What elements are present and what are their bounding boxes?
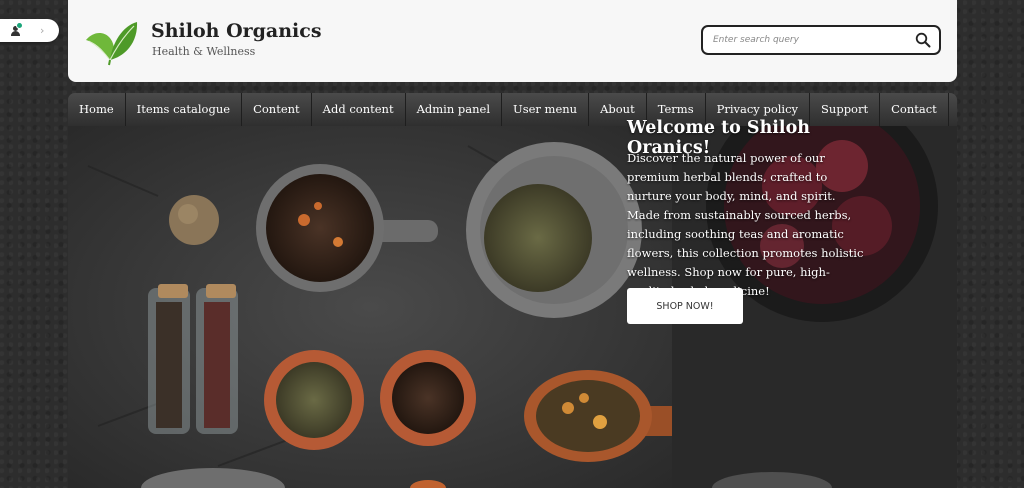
leaf-logo-icon[interactable] xyxy=(82,14,138,66)
user-icon[interactable] xyxy=(10,21,23,37)
nav-item-home[interactable]: Home xyxy=(68,93,126,126)
brand-name[interactable]: Shiloh Organics xyxy=(151,20,322,42)
nav-item-content[interactable]: Content xyxy=(242,93,312,126)
search-icon[interactable] xyxy=(915,32,931,48)
search-input[interactable] xyxy=(713,31,903,49)
chevron-right-icon[interactable]: › xyxy=(40,24,44,37)
search-box xyxy=(701,25,941,55)
nav-item-user-menu[interactable]: User menu xyxy=(502,93,590,126)
shop-now-button[interactable]: SHOP NOW! xyxy=(627,288,743,324)
brand-tagline: Health & Wellness xyxy=(152,45,256,58)
online-status-icon xyxy=(16,21,23,29)
user-widget[interactable]: › xyxy=(0,19,59,42)
nav-item-contact[interactable]: Contact xyxy=(880,93,949,126)
site-header: Shiloh Organics Health & Wellness xyxy=(68,0,957,82)
nav-item-items-catalogue[interactable]: Items catalogue xyxy=(126,93,243,126)
hero-text: Discover the natural power of our premiu… xyxy=(627,151,864,298)
nav-item-add-content[interactable]: Add content xyxy=(312,93,406,126)
nav-item-admin-panel[interactable]: Admin panel xyxy=(406,93,502,126)
herbal-tea-photo xyxy=(68,126,672,488)
